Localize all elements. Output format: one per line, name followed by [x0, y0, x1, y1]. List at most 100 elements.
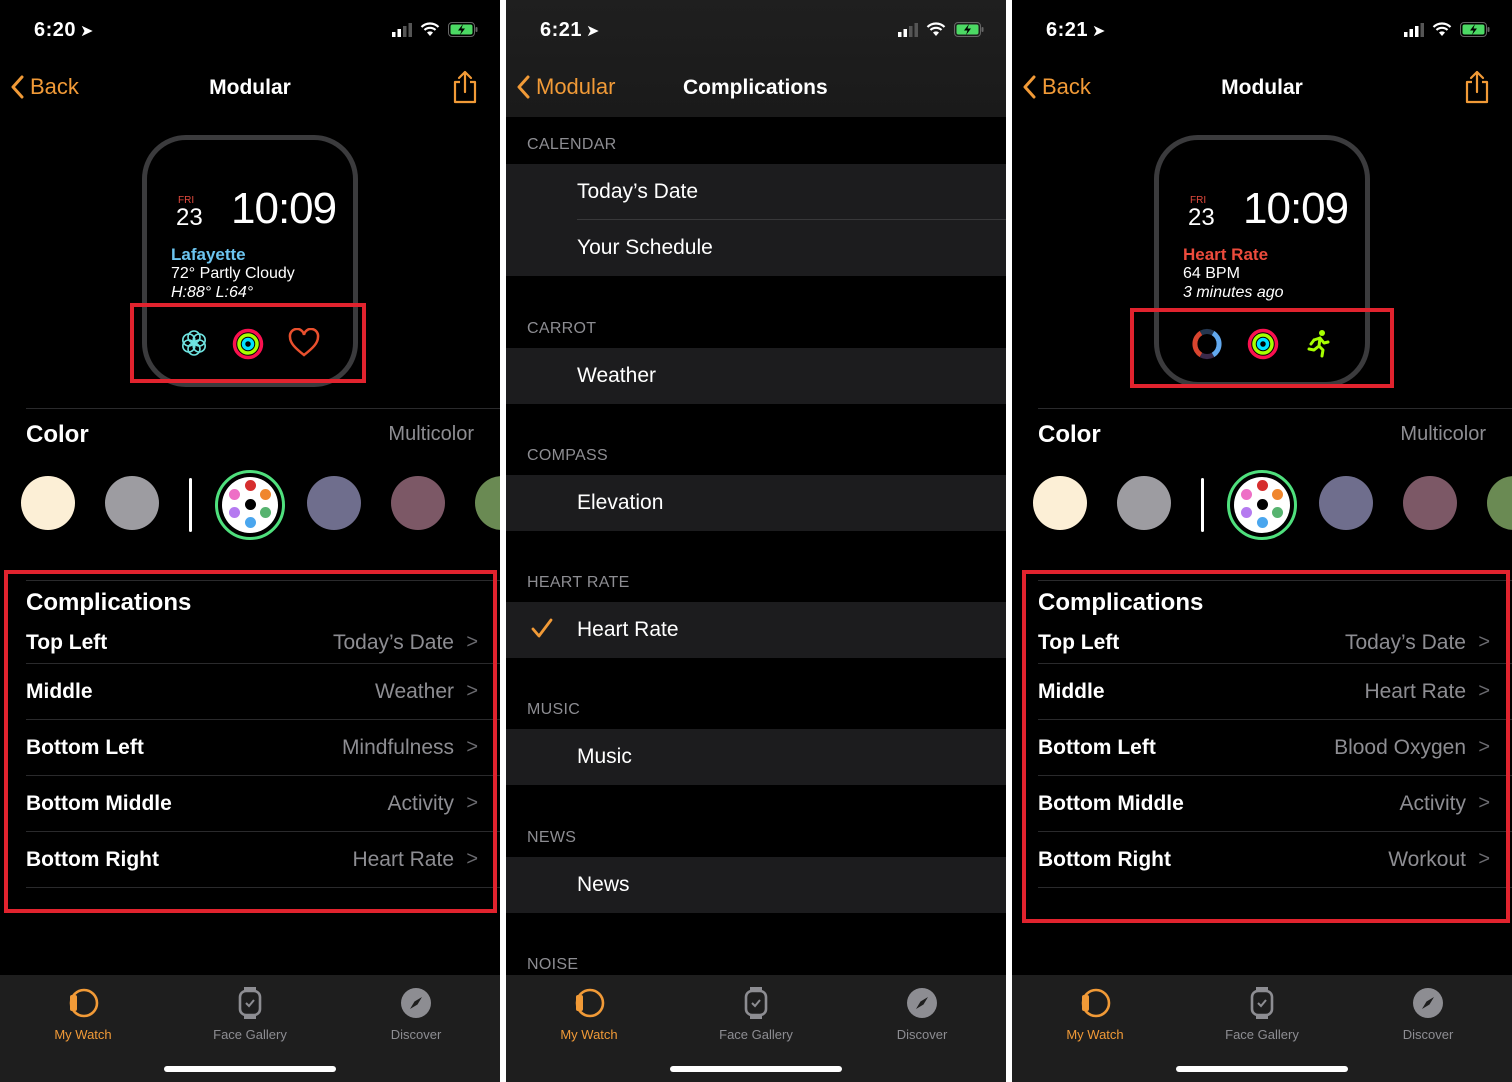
- watch-date: 23: [176, 204, 203, 231]
- checkmark-icon: [531, 618, 553, 638]
- list-item-music[interactable]: Music: [506, 729, 1006, 785]
- list-item-your-schedule[interactable]: Your Schedule: [506, 220, 1006, 276]
- highlight-box-complications-list: [1022, 570, 1510, 923]
- tab-discover[interactable]: Discover: [1348, 983, 1508, 1042]
- tab-bar: My Watch Face Gallery Discover: [1012, 975, 1512, 1082]
- swatch-plum[interactable]: [1403, 476, 1457, 530]
- screen-complications-picker: 6:21 ➤ Modular Complications CALENDAR Tod…: [506, 0, 1006, 1082]
- color-value: Multicolor: [388, 423, 474, 445]
- swatch-plum[interactable]: [391, 476, 445, 530]
- tab-my-watch[interactable]: My Watch: [3, 983, 163, 1042]
- tab-bar: My Watch Face Gallery Discover: [0, 975, 500, 1082]
- my-watch-icon: [1081, 988, 1111, 1018]
- watch-middle-title: Heart Rate: [1183, 245, 1269, 264]
- home-indicator[interactable]: [670, 1066, 842, 1072]
- color-swatches: [1012, 470, 1512, 540]
- page-title: Modular: [209, 76, 291, 99]
- item-label: Weather: [577, 364, 656, 387]
- tab-label: My Watch: [54, 1027, 112, 1042]
- swatch-gray[interactable]: [1117, 476, 1171, 530]
- swatch-multicolor-selected[interactable]: [215, 470, 285, 540]
- swatch-green[interactable]: [475, 476, 500, 530]
- swatch-lavender[interactable]: [1319, 476, 1373, 530]
- section-header-news: NEWS: [527, 829, 577, 846]
- item-label: News: [577, 873, 630, 896]
- status-time: 6:21 ➤: [1046, 19, 1106, 41]
- home-indicator[interactable]: [1176, 1066, 1348, 1072]
- list-item-todays-date[interactable]: Today’s Date: [506, 164, 1006, 220]
- cellular-signal-icon: [392, 22, 412, 37]
- color-value: Multicolor: [1400, 423, 1486, 445]
- tab-label: Face Gallery: [1225, 1027, 1299, 1042]
- screen-modular-before: 6:20 ➤ Back Modular FRI 23 10:09 Lafayett…: [0, 0, 500, 1082]
- status-bar: 6:21 ➤: [1012, 0, 1512, 62]
- list-item-weather[interactable]: Weather: [506, 348, 1006, 404]
- watch-middle-line2: 72° Partly Cloudy: [171, 265, 295, 282]
- page-title: Complications: [683, 76, 828, 99]
- my-watch-icon: [575, 988, 605, 1018]
- home-indicator[interactable]: [164, 1066, 336, 1072]
- battery-charging-icon: [954, 22, 984, 37]
- tab-label: Face Gallery: [213, 1027, 287, 1042]
- watch-middle-line3: H:88° L:64°: [171, 284, 254, 301]
- wifi-icon: [1432, 22, 1452, 36]
- share-button[interactable]: [1464, 70, 1490, 109]
- tab-face-gallery[interactable]: Face Gallery: [1182, 983, 1342, 1042]
- color-setting-row[interactable]: Color Multicolor: [1038, 408, 1512, 458]
- section-header-music: MUSIC: [527, 701, 581, 718]
- cellular-signal-icon: [1404, 22, 1424, 37]
- back-label: Modular: [536, 74, 616, 99]
- status-bar: 6:20 ➤: [0, 0, 500, 62]
- back-button[interactable]: Modular: [516, 74, 615, 100]
- share-button[interactable]: [452, 70, 478, 109]
- cellular-signal-icon: [898, 22, 918, 37]
- highlight-box-complications-list: [4, 570, 497, 913]
- section-header-heart-rate: HEART RATE: [527, 574, 630, 591]
- status-bar: 6:21 ➤: [506, 0, 1006, 62]
- list-item-elevation[interactable]: Elevation: [506, 475, 1006, 531]
- list-item-heart-rate-selected[interactable]: Heart Rate: [506, 602, 1006, 658]
- list-item-news[interactable]: News: [506, 857, 1006, 913]
- tab-bar: My Watch Face Gallery Discover: [506, 975, 1006, 1082]
- swatch-lavender[interactable]: [307, 476, 361, 530]
- swatch-gray[interactable]: [105, 476, 159, 530]
- watch-time: 10:09: [231, 184, 337, 233]
- watch-date: 23: [1188, 204, 1215, 231]
- swatch-cream[interactable]: [21, 476, 75, 530]
- chevron-left-icon: [517, 75, 530, 99]
- watch-middle-title: Lafayette: [171, 245, 246, 264]
- item-label: Elevation: [577, 491, 664, 514]
- status-time: 6:21 ➤: [540, 19, 600, 41]
- tab-face-gallery[interactable]: Face Gallery: [170, 983, 330, 1042]
- section-header-carrot: CARROT: [527, 320, 597, 337]
- tab-discover[interactable]: Discover: [336, 983, 496, 1042]
- watch-middle-line2: 64 BPM: [1183, 265, 1240, 282]
- tab-my-watch[interactable]: My Watch: [509, 983, 669, 1042]
- tab-my-watch[interactable]: My Watch: [1015, 983, 1175, 1042]
- watch-middle-line3: 3 minutes ago: [1183, 284, 1284, 301]
- wifi-icon: [926, 22, 946, 36]
- tab-label: Discover: [896, 1027, 948, 1042]
- nav-bar: Back Modular: [1012, 62, 1512, 116]
- watch-time: 10:09: [1243, 184, 1349, 233]
- swatch-divider: [189, 478, 192, 532]
- face-gallery-icon: [744, 987, 768, 1019]
- swatch-cream[interactable]: [1033, 476, 1087, 530]
- highlight-box-complications-preview: [1130, 308, 1394, 388]
- tab-label: My Watch: [560, 1027, 618, 1042]
- wifi-icon: [420, 22, 440, 36]
- swatch-multicolor-selected[interactable]: [1227, 470, 1297, 540]
- location-arrow-icon: ➤: [1092, 23, 1106, 40]
- tab-label: Face Gallery: [719, 1027, 793, 1042]
- tab-discover[interactable]: Discover: [842, 983, 1002, 1042]
- item-label: Heart Rate: [577, 618, 679, 641]
- tab-label: Discover: [1402, 1027, 1454, 1042]
- tab-face-gallery[interactable]: Face Gallery: [676, 983, 836, 1042]
- color-label: Color: [1038, 421, 1101, 448]
- face-gallery-icon: [238, 987, 262, 1019]
- location-arrow-icon: ➤: [80, 23, 94, 40]
- color-setting-row[interactable]: Color Multicolor: [26, 408, 500, 458]
- tab-label: Discover: [390, 1027, 442, 1042]
- swatch-green[interactable]: [1487, 476, 1512, 530]
- item-label: Your Schedule: [577, 236, 713, 259]
